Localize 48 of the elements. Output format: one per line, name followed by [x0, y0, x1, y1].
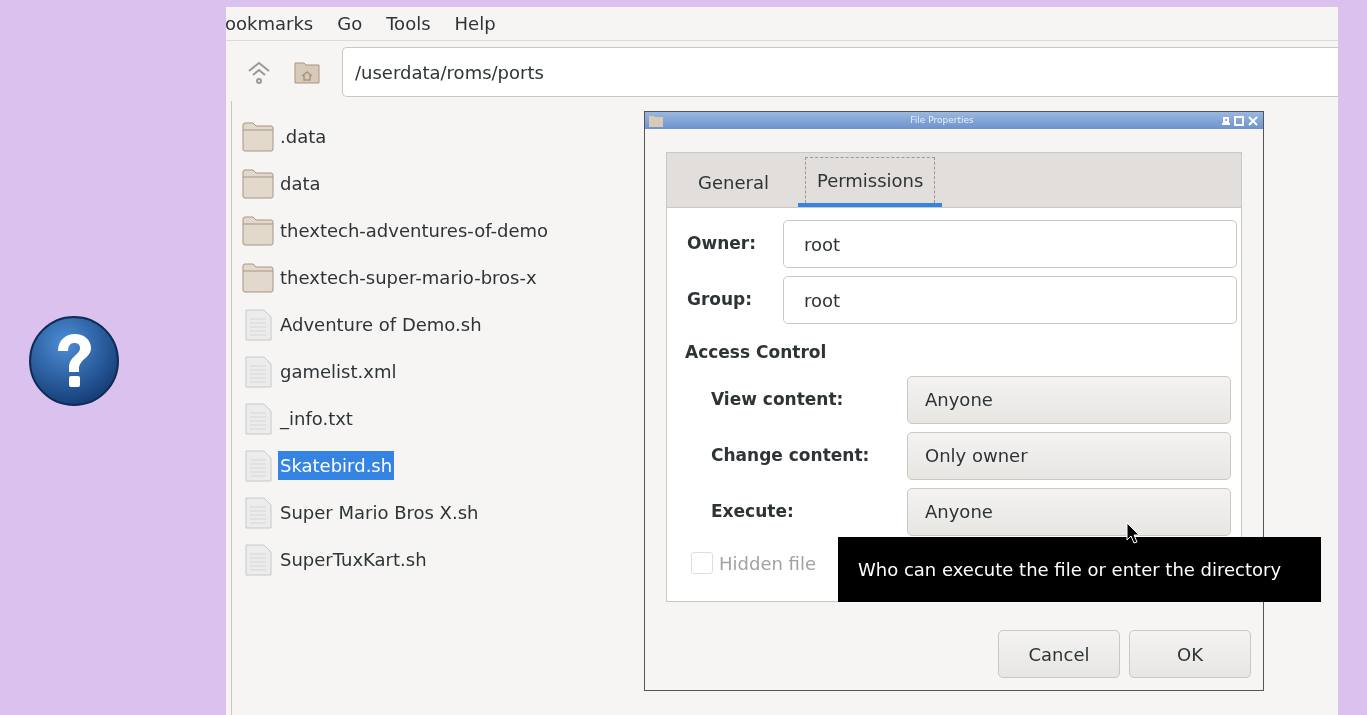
file-name[interactable]: Super Mario Bros X.sh: [278, 498, 481, 527]
file-name[interactable]: Adventure of Demo.sh: [278, 310, 484, 339]
network-icon[interactable]: [246, 59, 272, 85]
field-label: View content:: [711, 387, 845, 411]
section-heading: Access Control: [685, 341, 828, 364]
menu-item[interactable]: Help: [442, 10, 508, 37]
file-name[interactable]: gamelist.xml: [278, 357, 399, 386]
window-controls-icon[interactable]: [1221, 115, 1259, 126]
file-name[interactable]: thextech-adventures-of-demo: [278, 216, 551, 245]
home-folder-icon[interactable]: [294, 60, 320, 84]
tab[interactable]: General: [679, 157, 788, 207]
file-name[interactable]: thextech-super-mario-bros-x: [278, 263, 539, 292]
folder-icon: [242, 168, 274, 199]
dialog-button[interactable]: OK: [1129, 630, 1251, 678]
file-icon: [242, 308, 274, 341]
dialog-button[interactable]: Cancel: [998, 630, 1120, 678]
field-label: Execute:: [711, 499, 795, 523]
location-field[interactable]: /userdata/roms/ports: [342, 47, 1338, 97]
folder-icon: [242, 262, 274, 293]
owner-field[interactable]: root: [783, 220, 1237, 268]
file-icon: [242, 543, 274, 576]
file-icon: [242, 402, 274, 435]
file-icon: [242, 449, 274, 482]
cursor-icon: [1126, 522, 1140, 544]
field-label: Group:: [687, 288, 754, 312]
folder-icon: [242, 121, 274, 152]
tooltip: Who can execute the file or enter the directory: [838, 537, 1321, 602]
file-name[interactable]: data: [278, 169, 323, 198]
file-icon: [242, 496, 274, 529]
checkbox-label: Hidden file: [719, 551, 816, 576]
field-label: Change content:: [711, 443, 871, 467]
menu-item[interactable]: Go: [325, 10, 375, 37]
help-icon: [28, 315, 120, 407]
file-name[interactable]: Skatebird.sh: [278, 451, 395, 480]
folder-icon: [649, 114, 663, 127]
permission-dropdown[interactable]: Only owner: [907, 431, 1231, 480]
file-name[interactable]: .data: [278, 122, 329, 151]
file-name[interactable]: SuperTuxKart.sh: [278, 545, 429, 574]
file-icon: [242, 355, 274, 388]
file-name[interactable]: _info.txt: [278, 404, 355, 433]
dialog-title: File Properties: [910, 113, 974, 127]
field-label: Owner:: [687, 232, 757, 256]
permission-dropdown[interactable]: Anyone: [907, 487, 1231, 536]
group-field[interactable]: root: [783, 276, 1237, 324]
menu-item[interactable]: ookmarks: [226, 10, 326, 37]
permission-dropdown[interactable]: Anyone: [907, 375, 1231, 424]
menu-item[interactable]: Tools: [374, 10, 443, 37]
folder-icon: [242, 215, 274, 246]
